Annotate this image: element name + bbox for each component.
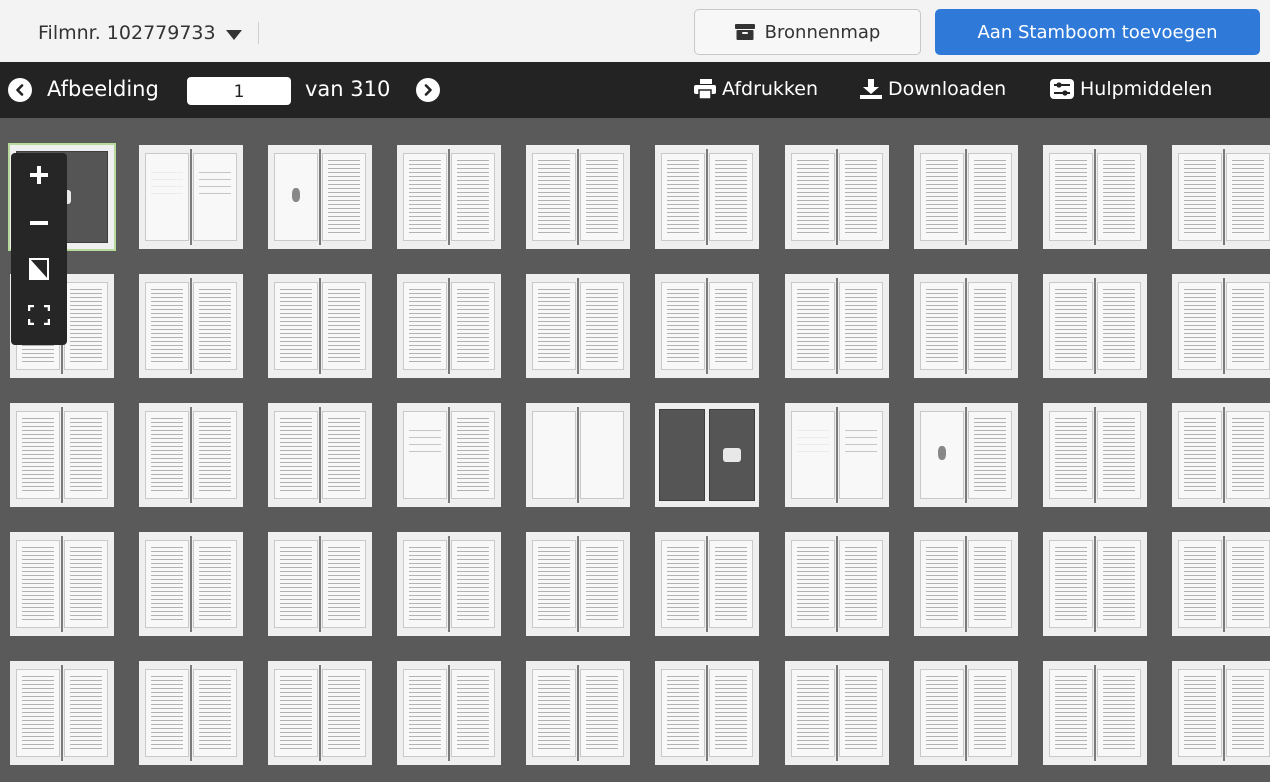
image-thumbnail[interactable] [10,532,114,636]
printer-icon [694,79,716,99]
add-to-tree-button[interactable]: Aan Stamboom toevoegen [935,9,1260,55]
fullscreen-button[interactable] [11,293,67,337]
image-thumbnail[interactable] [526,403,630,507]
image-thumbnail[interactable] [397,274,501,378]
image-thumbnail[interactable] [268,661,372,765]
image-thumbnail[interactable] [397,532,501,636]
top-bar: Filmnr. 102779733 Bronnenmap Aan Stamboo… [0,0,1270,63]
image-thumbnail[interactable] [655,532,759,636]
zoom-controls [11,153,67,345]
page-number-input[interactable] [187,77,291,105]
image-thumbnail[interactable] [526,532,630,636]
image-thumbnail[interactable] [268,403,372,507]
source-folder-button[interactable]: Bronnenmap [694,9,921,55]
next-image-button[interactable] [416,78,440,102]
image-thumbnail[interactable] [914,145,1018,249]
image-thumbnail[interactable] [785,403,889,507]
minus-icon [30,221,48,225]
tools-button[interactable]: Hulpmiddelen [1050,78,1212,100]
image-thumbnail[interactable] [655,661,759,765]
image-thumbnail[interactable] [526,274,630,378]
image-thumbnail[interactable] [397,403,501,507]
image-toolbar: Afbeelding van 310 Afdrukken Downloaden … [0,62,1270,118]
plus-icon [30,166,48,184]
download-icon [860,79,882,99]
thumbnail-grid [0,118,1270,782]
image-thumbnail[interactable] [785,145,889,249]
film-number-label: Filmnr. 102779733 [38,22,216,44]
image-thumbnail[interactable] [914,532,1018,636]
page-fold-icon [29,258,49,280]
image-thumbnail[interactable] [1172,532,1270,636]
tools-label: Hulpmiddelen [1080,78,1213,100]
image-thumbnail[interactable] [1043,661,1147,765]
image-thumbnail[interactable] [1043,145,1147,249]
print-label: Afdrukken [722,78,818,100]
chevron-right-icon [424,84,432,96]
image-thumbnail[interactable] [1172,145,1270,249]
image-thumbnail[interactable] [139,403,243,507]
print-button[interactable]: Afdrukken [694,78,818,100]
image-thumbnail[interactable] [526,145,630,249]
image-thumbnail[interactable] [1043,403,1147,507]
fullscreen-icon [28,305,50,325]
archive-box-icon [734,24,755,40]
image-thumbnail[interactable] [139,274,243,378]
download-button[interactable]: Downloaden [860,78,1006,100]
image-thumbnail[interactable] [268,145,372,249]
image-thumbnail[interactable] [655,274,759,378]
image-thumbnail[interactable] [1172,274,1270,378]
image-thumbnail[interactable] [655,145,759,249]
image-thumbnail[interactable] [139,532,243,636]
film-number-dropdown[interactable]: Filmnr. 102779733 [38,16,259,50]
zoom-in-button[interactable] [11,153,67,197]
image-thumbnail[interactable] [914,274,1018,378]
download-label: Downloaden [888,78,1007,100]
add-to-tree-label: Aan Stamboom toevoegen [977,21,1218,43]
image-thumbnail[interactable] [268,274,372,378]
image-thumbnail[interactable] [914,403,1018,507]
image-thumbnail[interactable] [10,403,114,507]
source-folder-label: Bronnenmap [764,21,881,43]
image-thumbnail[interactable] [1043,274,1147,378]
image-thumbnail[interactable] [397,661,501,765]
caret-down-icon [225,29,242,40]
image-thumbnail[interactable] [1172,403,1270,507]
fit-page-button[interactable] [11,247,67,291]
chevron-left-icon [16,84,24,96]
image-label: Afbeelding [47,77,159,101]
image-thumbnail[interactable] [785,661,889,765]
zoom-out-button[interactable] [11,201,67,245]
image-thumbnail[interactable] [914,661,1018,765]
divider [257,22,259,44]
image-thumbnail[interactable] [1172,661,1270,765]
image-thumbnail[interactable] [655,403,759,507]
image-thumbnail[interactable] [526,661,630,765]
image-thumbnail[interactable] [139,661,243,765]
image-thumbnail[interactable] [397,145,501,249]
image-thumbnail[interactable] [268,532,372,636]
image-thumbnail[interactable] [139,145,243,249]
sliders-icon [1050,79,1074,99]
previous-image-button[interactable] [8,78,32,102]
image-thumbnail[interactable] [785,532,889,636]
image-thumbnail[interactable] [1043,532,1147,636]
total-images-label: van 310 [305,77,391,101]
image-thumbnail[interactable] [785,274,889,378]
image-thumbnail[interactable] [10,661,114,765]
